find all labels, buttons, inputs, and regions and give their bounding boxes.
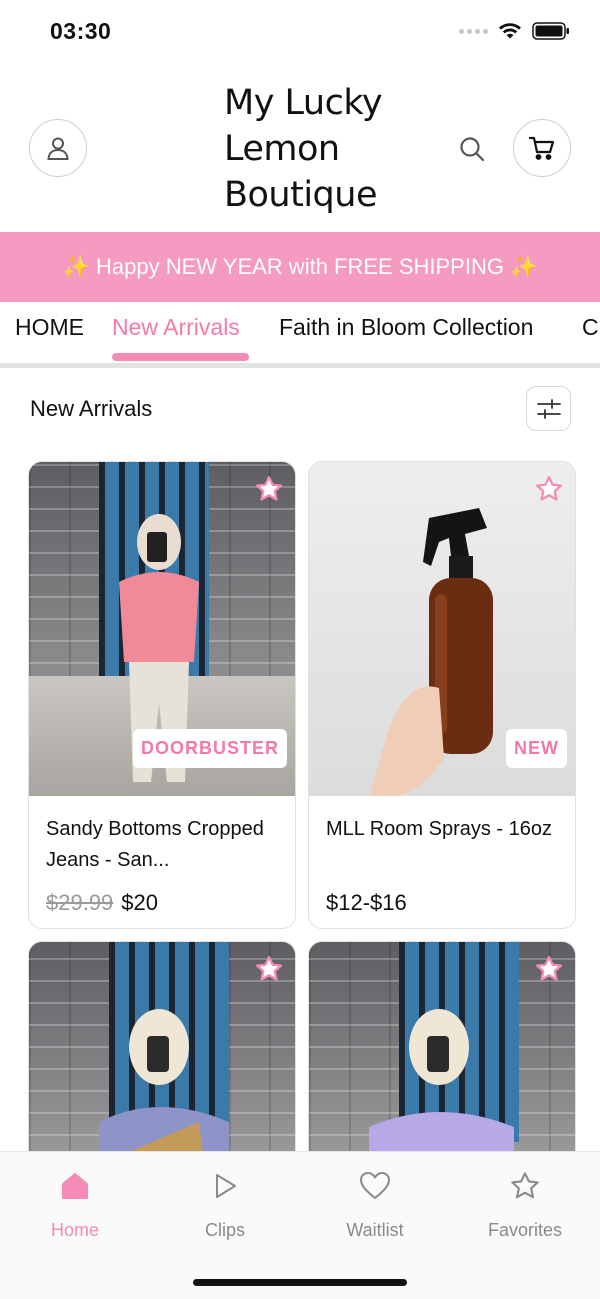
nav-clips[interactable]: Clips <box>170 1166 280 1241</box>
nav-favorites-label: Favorites <box>487 1220 563 1240</box>
tab-new-arrivals[interactable]: New Arrivals <box>112 314 240 341</box>
section-title: New Arrivals <box>30 396 153 421</box>
cart-icon <box>528 136 555 160</box>
favorite-button[interactable] <box>532 472 566 506</box>
brand-line-2: Lemon <box>224 129 340 169</box>
nav-favorites[interactable]: Favorites <box>470 1166 580 1241</box>
promo-text: ✨ Happy NEW YEAR with FREE SHIPPING ✨ <box>62 254 538 279</box>
product-price: $29.99 $20 <box>46 890 278 916</box>
category-tabs: HOME New Arrivals Faith in Bloom Collect… <box>0 302 600 368</box>
sliders-icon <box>536 398 561 419</box>
status-icons <box>459 22 570 40</box>
favorite-button[interactable] <box>532 952 566 986</box>
nav-clips-label: Clips <box>204 1220 245 1240</box>
play-icon <box>216 1174 236 1198</box>
wifi-icon <box>499 23 521 39</box>
home-indicator <box>193 1279 407 1286</box>
product-card[interactable]: DOORBUSTER Sandy Bottoms Cropped Jeans -… <box>28 461 296 929</box>
bottom-nav: Home Clips Waitlist Favorites <box>0 1151 600 1299</box>
favorite-button[interactable] <box>252 472 286 506</box>
cart-button[interactable] <box>513 119 571 177</box>
product-name: MLL Room Sprays - 16oz <box>326 818 553 840</box>
user-icon <box>47 137 69 160</box>
brand-line-3: Boutique <box>224 175 378 215</box>
battery-icon <box>532 22 569 40</box>
product-name: Sandy Bottoms Cropped Jeans - San... <box>46 818 264 871</box>
filter-button[interactable] <box>526 386 571 431</box>
signal-icon <box>459 28 488 34</box>
active-tab-indicator <box>112 353 249 361</box>
home-icon <box>62 1173 88 1199</box>
product-badge: NEW <box>506 729 567 768</box>
product-image[interactable]: DOORBUSTER <box>29 462 295 796</box>
nav-home[interactable]: Home <box>20 1166 130 1241</box>
nav-waitlist-label: Waitlist <box>346 1220 404 1240</box>
product-image[interactable]: NEW <box>309 462 575 796</box>
favorite-button[interactable] <box>252 952 286 986</box>
product-price: $12-$16 <box>326 890 558 916</box>
star-icon <box>511 1172 539 1199</box>
product-card[interactable]: NEW MLL Room Sprays - 16oz $12-$16 <box>308 461 576 929</box>
product-badge: DOORBUSTER <box>132 729 287 768</box>
star-icon <box>536 476 562 501</box>
brand-title: My Lucky Lemon Boutique <box>224 80 444 218</box>
star-icon <box>256 956 282 981</box>
status-bar: 03:30 <box>0 0 600 64</box>
search-button[interactable] <box>455 132 489 166</box>
heart-icon <box>360 1172 390 1199</box>
status-time: 03:30 <box>50 18 112 44</box>
sale-price: $20 <box>121 890 159 915</box>
nav-home-label: Home <box>50 1220 99 1240</box>
nav-waitlist[interactable]: Waitlist <box>320 1166 430 1241</box>
tab-more[interactable]: C <box>582 314 599 341</box>
star-icon <box>256 476 282 501</box>
sale-price: $12-$16 <box>326 890 407 915</box>
tab-home[interactable]: HOME <box>15 314 84 341</box>
brand-line-1: My Lucky <box>224 83 383 123</box>
original-price: $29.99 <box>46 890 114 915</box>
tab-faith-in-bloom[interactable]: Faith in Bloom Collection <box>279 314 533 341</box>
promo-banner[interactable]: ✨ Happy NEW YEAR with FREE SHIPPING ✨ <box>0 232 600 302</box>
search-icon <box>460 137 485 162</box>
star-icon <box>536 956 562 981</box>
app-header: My Lucky Lemon Boutique <box>0 64 600 232</box>
profile-button[interactable] <box>29 119 87 177</box>
